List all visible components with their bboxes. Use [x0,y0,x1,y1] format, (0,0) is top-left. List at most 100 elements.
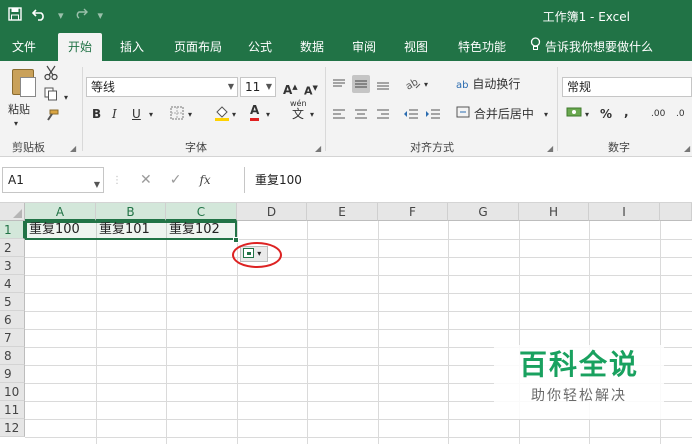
undo-dropdown-icon[interactable]: ▾ [58,6,64,26]
borders-dropdown-icon[interactable]: ▾ [188,106,192,124]
decrease-indent-icon[interactable] [402,105,420,123]
align-center-icon[interactable] [352,105,370,123]
tell-me-search[interactable]: 告诉我你想要做什么 [530,33,653,61]
shrink-font-button[interactable]: A▼ [304,79,318,101]
row-header-8[interactable]: 8 [0,347,25,365]
worksheet-grid[interactable]: A B C D E F G H I 1 2 3 4 5 6 7 8 9 10 1… [0,203,692,444]
column-header-d[interactable]: D [237,203,307,221]
orientation-icon[interactable]: ab [404,75,422,96]
bold-button[interactable]: B [92,105,101,123]
save-icon[interactable] [8,6,22,26]
paper-icon [20,77,36,97]
undo-icon[interactable] [31,6,48,26]
row-header-10[interactable]: 10 [0,383,25,401]
tab-insert[interactable]: 插入 [112,33,152,61]
column-header-a[interactable]: A [25,203,96,221]
number-format-select[interactable]: 常规 [562,77,692,97]
insert-function-button[interactable]: fx [199,173,210,187]
column-header-f[interactable]: F [378,203,448,221]
column-header-i[interactable]: I [589,203,660,221]
wrap-text-icon: ab [456,80,469,91]
row-header-6[interactable]: 6 [0,311,25,329]
align-top-icon[interactable] [330,75,348,93]
align-bottom-icon[interactable] [374,75,392,93]
tab-home[interactable]: 开始 [58,33,102,61]
align-middle-icon[interactable] [352,75,370,93]
cut-icon[interactable] [44,65,58,86]
paste-button[interactable] [6,65,36,99]
increase-decimal-button[interactable]: .00 [651,105,665,123]
font-size-select[interactable]: 11 ▼ [240,77,276,97]
font-launcher-icon[interactable]: ◢ [315,144,321,153]
orientation-dropdown-icon[interactable]: ▾ [424,76,428,94]
row-header-11[interactable]: 11 [0,401,25,419]
underline-button[interactable]: U [132,105,141,123]
cancel-icon[interactable]: ✕ [140,172,152,188]
tab-special-features[interactable]: 特色功能 [450,33,514,61]
alignment-launcher-icon[interactable]: ◢ [547,144,553,153]
row-header-1[interactable]: 1 [0,221,25,239]
underline-dropdown-icon[interactable]: ▾ [149,106,153,124]
grow-font-button[interactable]: A▲ [283,78,298,99]
customize-qat-icon[interactable]: ▾ [98,6,104,26]
row-header-4[interactable]: 4 [0,275,25,293]
tab-data[interactable]: 数据 [292,33,332,61]
paste-dropdown-icon[interactable]: ▾ [14,115,18,133]
row-header-5[interactable]: 5 [0,293,25,311]
font-name-select[interactable]: 等线 ▼ [86,77,238,97]
format-painter-icon[interactable] [44,109,60,128]
column-header-b[interactable]: B [96,203,166,221]
cell-a1[interactable]: 重复100 [26,221,96,239]
cell-c1[interactable]: 重复102 [166,221,236,239]
tab-formulas[interactable]: 公式 [240,33,280,61]
fill-color-icon[interactable] [214,104,230,127]
tab-view[interactable]: 视图 [396,33,436,61]
column-header-e[interactable]: E [307,203,378,221]
fill-handle[interactable] [233,237,239,243]
copy-icon[interactable] [44,87,58,106]
gridline [378,221,379,444]
percent-style-button[interactable]: % [600,105,612,123]
phonetic-dropdown-icon[interactable]: ▾ [310,106,314,124]
tab-review[interactable]: 审阅 [344,33,384,61]
row-header-3[interactable]: 3 [0,257,25,275]
column-header-h[interactable]: H [519,203,589,221]
accounting-format-icon[interactable] [566,105,582,124]
increase-indent-icon[interactable] [424,105,442,123]
align-left-icon[interactable] [330,105,348,123]
comma-style-button[interactable]: , [624,103,629,121]
italic-button[interactable]: I [112,105,117,123]
column-header-g[interactable]: G [448,203,519,221]
paste-label[interactable]: 粘贴 [8,101,30,119]
accounting-dropdown-icon[interactable]: ▾ [585,106,589,124]
tab-file[interactable]: 文件 [6,33,42,61]
formula-input[interactable]: 重复100 [244,167,692,193]
copy-dropdown-icon[interactable]: ▾ [64,89,68,107]
row-header-2[interactable]: 2 [0,239,25,257]
tab-page-layout[interactable]: 页面布局 [166,33,230,61]
column-header-c[interactable]: C [166,203,237,221]
merge-center-button[interactable]: 合并后居中 [456,105,534,123]
fill-color-dropdown-icon[interactable]: ▾ [232,106,236,124]
clipboard-launcher-icon[interactable]: ◢ [70,144,76,153]
redo-icon[interactable] [74,6,88,26]
font-color-button[interactable]: A [250,103,260,121]
merge-center-label: 合并后居中 [473,107,534,121]
cell-b1[interactable]: 重复101 [96,221,166,239]
chevron-down-icon: ▼ [265,82,272,91]
decrease-decimal-button[interactable]: .0 [676,105,685,123]
row-header-7[interactable]: 7 [0,329,25,347]
wrap-text-button[interactable]: ab 自动换行 [456,75,520,95]
select-all-button[interactable] [0,203,25,221]
row-header-12[interactable]: 12 [0,419,25,437]
name-box[interactable]: A1 ▼ [2,167,104,193]
align-right-icon[interactable] [374,105,392,123]
enter-icon[interactable]: ✓ [170,172,182,188]
merge-dropdown-icon[interactable]: ▾ [544,106,548,124]
font-color-dropdown-icon[interactable]: ▾ [266,106,270,124]
name-box-value: A1 [8,173,24,187]
number-launcher-icon[interactable]: ◢ [684,144,690,153]
phonetic-button[interactable]: wén 文 [290,99,307,120]
borders-icon[interactable] [170,106,184,125]
row-header-9[interactable]: 9 [0,365,25,383]
